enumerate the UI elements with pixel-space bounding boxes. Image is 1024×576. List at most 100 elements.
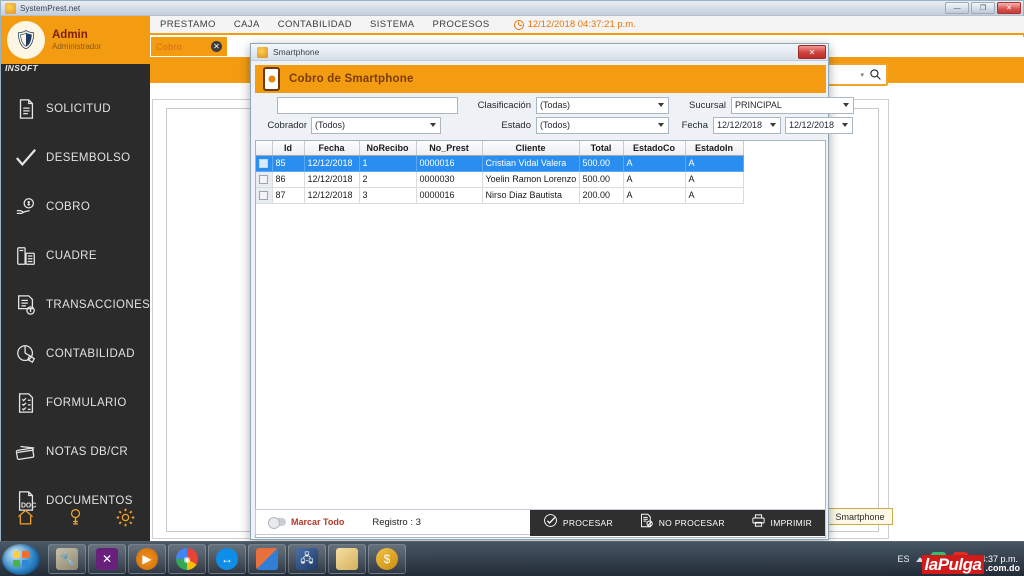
- sidebar-nav: SOLICITUD DESEMBOLSO COBRO CUADRE: [1, 84, 150, 525]
- close-button[interactable]: ✕: [997, 2, 1021, 14]
- taskbar-app-teamviewer[interactable]: ↔: [208, 544, 246, 574]
- procesar-label: PROCESAR: [563, 518, 613, 528]
- windows-start-icon[interactable]: [2, 544, 40, 575]
- col-cliente[interactable]: Cliente: [482, 141, 579, 155]
- clasificacion-select[interactable]: (Todas): [536, 97, 669, 114]
- row-checkbox[interactable]: [259, 175, 268, 184]
- tab-close-icon[interactable]: ✕: [211, 41, 222, 52]
- maximize-button[interactable]: ❐: [971, 2, 995, 14]
- col-noprest[interactable]: No_Prest: [416, 141, 482, 155]
- toggle-switch-icon[interactable]: [268, 518, 286, 526]
- cell-id: 86: [272, 171, 304, 187]
- menu-item-procesos[interactable]: PROCESOS: [433, 19, 490, 30]
- sidebar-item-transacciones[interactable]: TRANSACCIONES: [1, 280, 150, 329]
- col-estadoin[interactable]: EstadoIn: [685, 141, 743, 155]
- cobrador-label: Cobrador: [255, 120, 311, 131]
- col-id[interactable]: Id: [272, 141, 304, 155]
- sidebar-item-cuadre[interactable]: CUADRE: [1, 231, 150, 280]
- sidebar: 🛡 Admin Administrador INSOFT SOLICITUD D…: [1, 16, 150, 542]
- taskbar-app-paint[interactable]: [248, 544, 286, 574]
- sidebar-item-label: TRANSACCIONES: [46, 299, 150, 311]
- document-icon: [13, 96, 39, 122]
- cell-noprest: 0000016: [416, 155, 482, 171]
- taskbar-app-network[interactable]: 🖧: [288, 544, 326, 574]
- home-icon[interactable]: [16, 508, 35, 532]
- gear-icon[interactable]: [116, 508, 135, 532]
- printer-icon: [751, 513, 766, 533]
- marcar-todo-toggle[interactable]: Marcar Todo: [268, 517, 344, 527]
- no-procesar-button[interactable]: NO PROCESAR: [639, 513, 725, 533]
- taskbar-app-chrome[interactable]: ◉: [168, 544, 206, 574]
- sidebar-item-formulario[interactable]: FORMULARIO: [1, 378, 150, 427]
- smartphone-button[interactable]: Smartphone: [827, 508, 893, 525]
- col-fecha[interactable]: Fecha: [304, 141, 359, 155]
- dialog-search-input[interactable]: [277, 97, 458, 114]
- taskbar-app-money[interactable]: $: [368, 544, 406, 574]
- minimize-button[interactable]: —: [945, 2, 969, 14]
- cobrador-value: (Todos): [315, 120, 345, 130]
- cell-id: 85: [272, 155, 304, 171]
- user-name: Admin: [52, 29, 101, 42]
- chevron-down-icon[interactable]: ▾: [860, 71, 864, 79]
- fecha-hasta-input[interactable]: 12/12/2018: [785, 117, 853, 134]
- window-controls: — ❐ ✕: [945, 2, 1021, 14]
- taskbar-app-media-player[interactable]: ▶: [128, 544, 166, 574]
- sidebar-item-desembolso[interactable]: DESEMBOLSO: [1, 133, 150, 182]
- sidebar-item-label: FORMULARIO: [46, 397, 127, 409]
- dialog-banner: Cobro de Smartphone: [255, 65, 826, 93]
- row-checkbox-cell[interactable]: [256, 171, 272, 187]
- dialog-close-button[interactable]: ✕: [798, 45, 826, 59]
- window-titlebar: SystemPrest.net — ❐ ✕: [1, 1, 1023, 16]
- sucursal-select[interactable]: PRINCIPAL: [731, 97, 854, 114]
- col-estadoco[interactable]: EstadoCo: [623, 141, 685, 155]
- calculator-icon: [13, 243, 39, 269]
- cobrador-select[interactable]: (Todos): [311, 117, 441, 134]
- cell-estadoco: A: [623, 171, 685, 187]
- imprimir-button[interactable]: IMPRIMIR: [751, 513, 813, 533]
- menu-item-contabilidad[interactable]: CONTABILIDAD: [278, 19, 352, 30]
- user-panel[interactable]: 🛡 Admin Administrador: [1, 16, 150, 64]
- row-checkbox[interactable]: [259, 159, 268, 168]
- menu-item-caja[interactable]: CAJA: [234, 19, 260, 30]
- col-total[interactable]: Total: [579, 141, 623, 155]
- dialog-titlebar: Smartphone ✕: [251, 44, 828, 61]
- menu-item-prestamo[interactable]: PRESTAMO: [160, 19, 216, 30]
- records-grid[interactable]: Id Fecha NoRecibo No_Prest Cliente Total…: [255, 140, 826, 538]
- cell-norecibo: 2: [359, 171, 416, 187]
- sidebar-footer-icons: [1, 508, 150, 532]
- user-role: Administrador: [52, 42, 101, 52]
- row-checkbox-cell[interactable]: [256, 155, 272, 171]
- cell-cliente: Yoelin Ramon Lorenzo: [482, 171, 579, 187]
- sidebar-item-cobro[interactable]: COBRO: [1, 182, 150, 231]
- estado-select[interactable]: (Todos): [536, 117, 669, 134]
- sidebar-item-solicitud[interactable]: SOLICITUD: [1, 84, 150, 133]
- fecha-desde-input[interactable]: 12/12/2018: [713, 117, 781, 134]
- cell-estadoin: A: [685, 187, 743, 203]
- table-row[interactable]: 87 12/12/2018 3 0000016 Nirso Diaz Bauti…: [256, 187, 743, 203]
- table-header-row: Id Fecha NoRecibo No_Prest Cliente Total…: [256, 141, 743, 155]
- col-select[interactable]: [256, 141, 272, 155]
- row-checkbox[interactable]: [259, 191, 268, 200]
- cell-estadoin: A: [685, 155, 743, 171]
- language-indicator[interactable]: ES: [897, 554, 909, 564]
- chevron-down-icon: [842, 123, 848, 127]
- taskbar-app-tools[interactable]: 🔧: [48, 544, 86, 574]
- procesar-button[interactable]: PROCESAR: [543, 513, 613, 533]
- sidebar-item-notas-db-cr[interactable]: NOTAS DB/CR: [1, 427, 150, 476]
- sidebar-item-contabilidad[interactable]: CONTABILIDAD: [1, 329, 150, 378]
- search-icon[interactable]: [869, 68, 882, 81]
- cell-noprest: 0000030: [416, 171, 482, 187]
- taskbar-app-visual-studio[interactable]: ✕: [88, 544, 126, 574]
- cell-estadoco: A: [623, 155, 685, 171]
- tab-cobro[interactable]: Cobro ✕: [151, 37, 227, 56]
- taskbar-app-folder[interactable]: [328, 544, 366, 574]
- cell-fecha: 12/12/2018: [304, 171, 359, 187]
- dialog-title: Smartphone: [273, 47, 319, 57]
- menu-item-sistema[interactable]: SISTEMA: [370, 19, 415, 30]
- row-checkbox-cell[interactable]: [256, 187, 272, 203]
- table-row[interactable]: 86 12/12/2018 2 0000030 Yoelin Ramon Lor…: [256, 171, 743, 187]
- cell-noprest: 0000016: [416, 187, 482, 203]
- table-row[interactable]: 85 12/12/2018 1 0000016 Cristian Vidal V…: [256, 155, 743, 171]
- key-icon[interactable]: [66, 508, 85, 532]
- col-norecibo[interactable]: NoRecibo: [359, 141, 416, 155]
